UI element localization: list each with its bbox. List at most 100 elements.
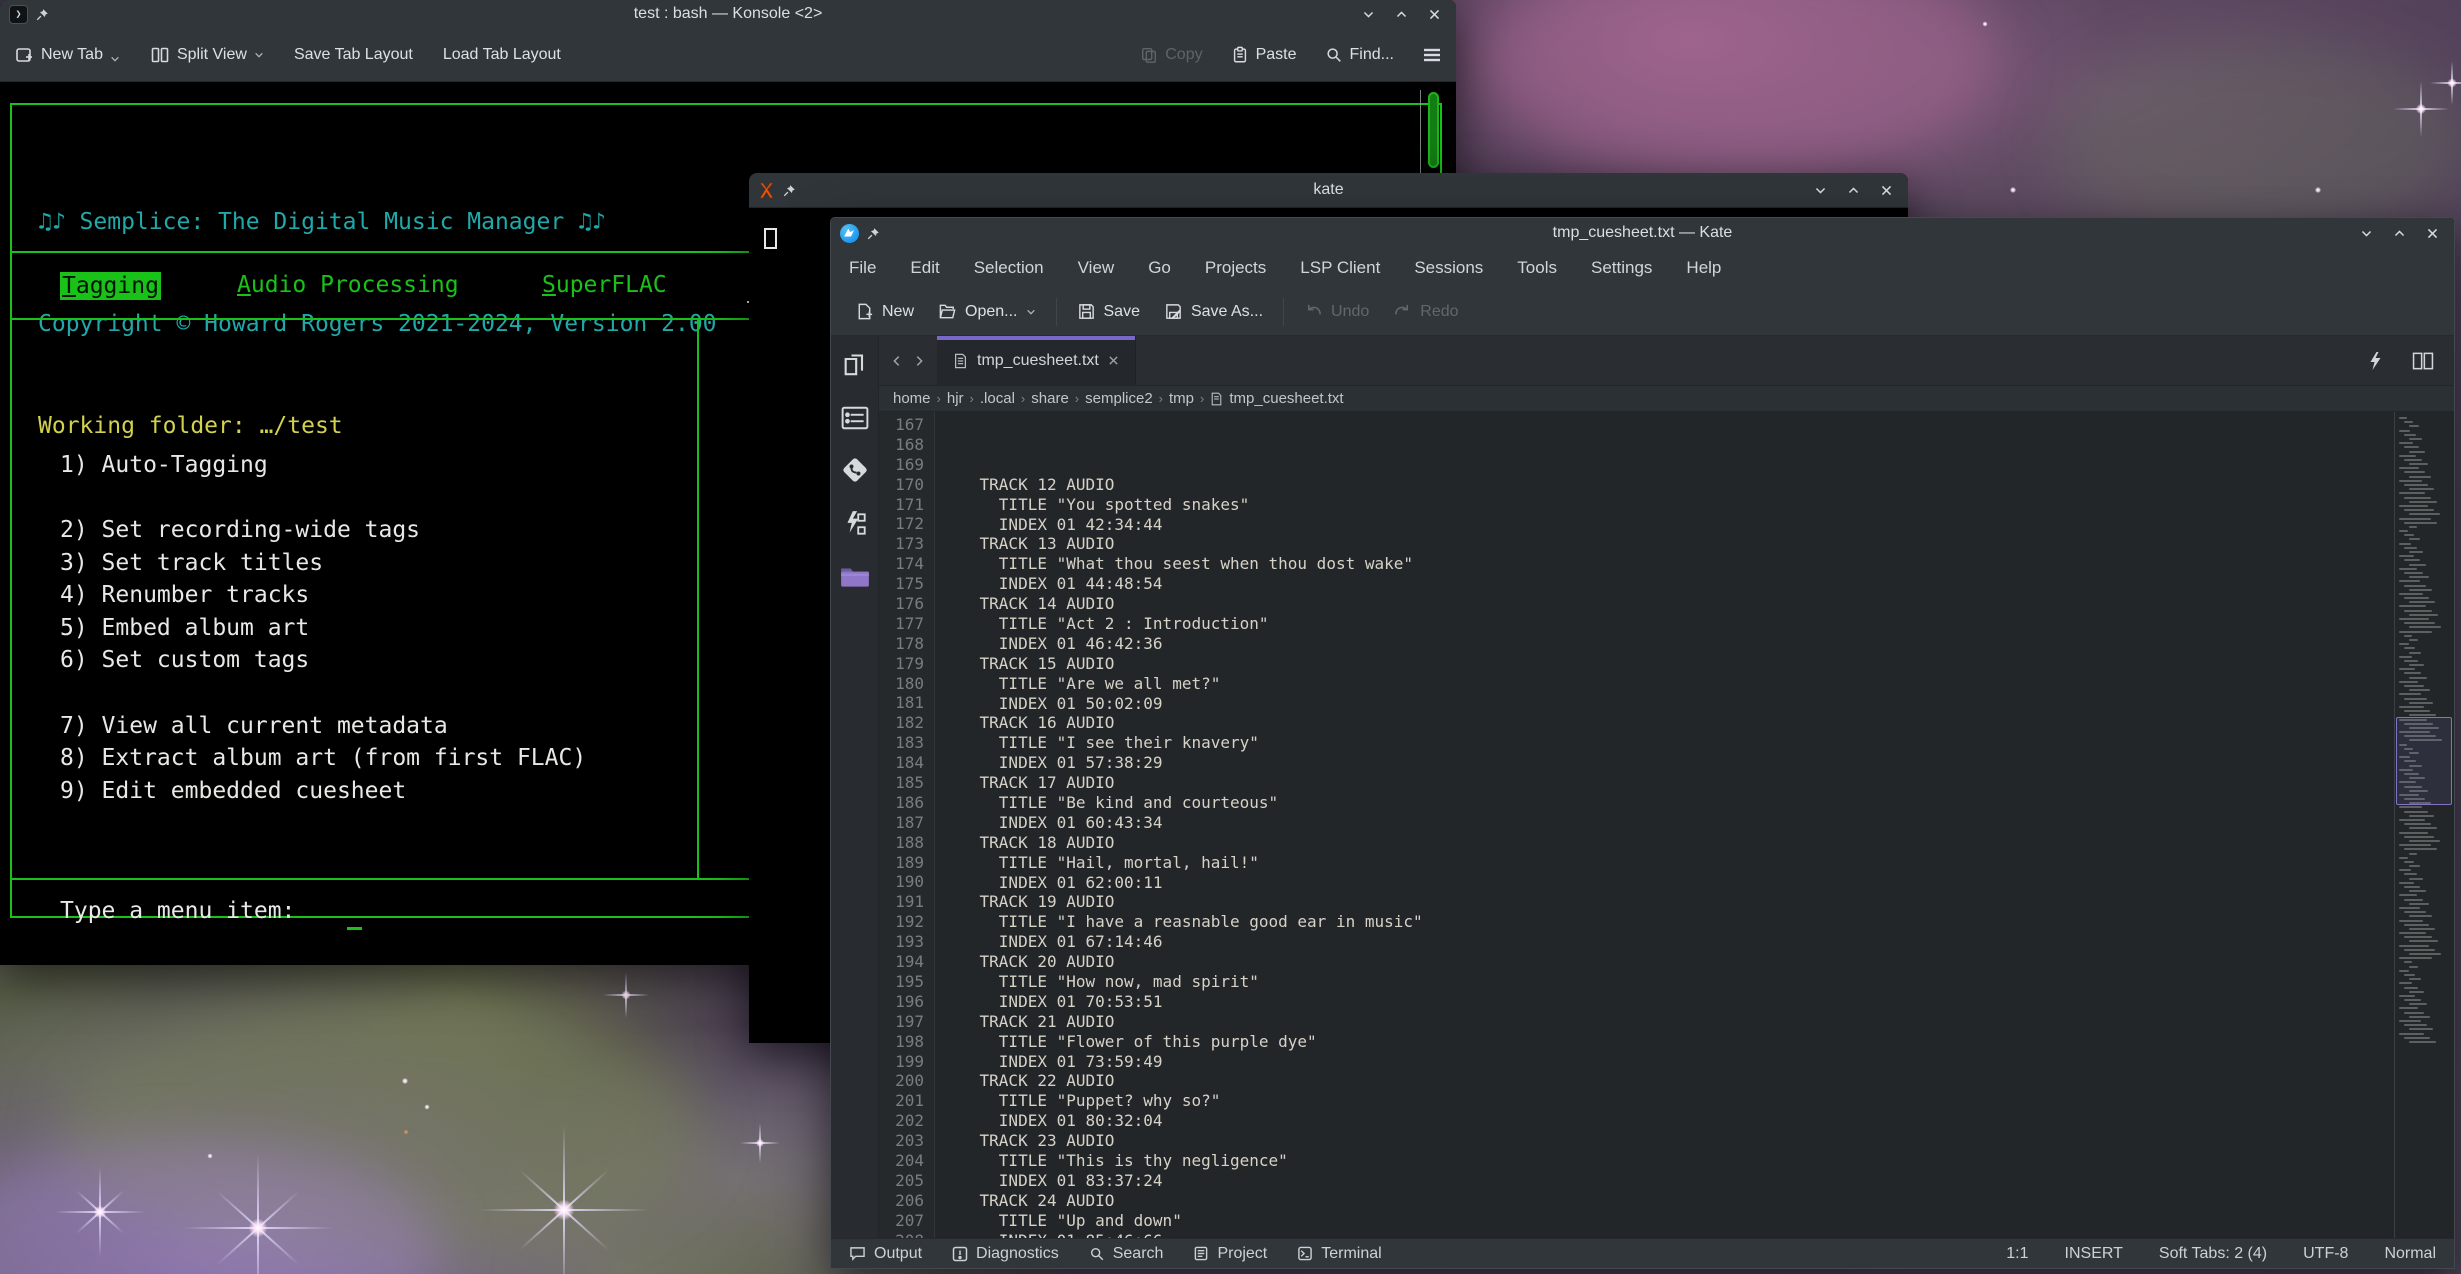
breadcrumb-item[interactable]: tmp [1165,390,1198,407]
close-button[interactable] [1426,6,1442,22]
kate-statusbar: Output Diagnostics Search Project Termin… [831,1238,2454,1268]
save-tab-layout-button[interactable]: Save Tab Layout [294,46,413,64]
file-list-icon[interactable] [841,406,869,430]
minimize-button[interactable] [2358,225,2374,241]
menu-item[interactable]: View [1078,258,1115,278]
breadcrumb-item[interactable]: .local [976,390,1019,407]
statusbar-value[interactable]: Normal [2384,1245,2436,1263]
breadcrumb-item[interactable]: semplice2 [1081,390,1157,407]
undo-button[interactable]: Undo [1292,302,1381,321]
split-view-icon[interactable] [2412,352,2434,370]
save-button[interactable]: Save [1065,302,1152,321]
save-as-button[interactable]: Save As... [1152,302,1275,321]
breadcrumb-item[interactable]: home [889,390,935,407]
chevron-down-icon [254,51,264,59]
statusbar-value[interactable]: Soft Tabs: 2 (4) [2159,1245,2267,1263]
tui-tab[interactable]: Audio Processing [237,272,459,298]
menu-item[interactable]: Settings [1591,258,1652,278]
tui-menu-item[interactable]: 8) Extract album art (from first FLAC) [60,742,586,775]
new-file-button[interactable]: New [843,302,926,321]
line-number: 190 [879,872,924,892]
menu-item[interactable]: Selection [974,258,1044,278]
editor-area[interactable]: 1671681691701711721731741751761771781791… [879,412,2454,1238]
xephyr-titlebar[interactable]: kate [749,173,1908,208]
tui-menu-item[interactable] [60,677,586,710]
new-tab-button[interactable]: New Tab [14,45,120,65]
breadcrumb-separator-icon: › [1157,391,1165,406]
line-number: 167 [879,415,924,435]
konsole-app-icon: ❯ [9,5,28,24]
tui-menu-item[interactable] [60,481,586,514]
menu-item[interactable]: LSP Client [1300,258,1380,278]
quick-open-lightning-icon[interactable] [2369,352,2382,370]
breadcrumb-item[interactable]: share [1027,390,1073,407]
forward-button[interactable] [911,353,927,369]
new-tab-icon [14,45,34,65]
close-button[interactable] [1878,182,1894,198]
terminal-scrollbar-thumb[interactable] [1428,92,1439,168]
line-number: 200 [879,1071,924,1091]
code-line: TITLE "Are we all met?" [941,674,2394,694]
menu-item[interactable]: File [849,258,876,278]
tui-menu-item[interactable]: 9) Edit embedded cuesheet [60,775,586,808]
filesystem-folder-icon[interactable] [839,564,871,590]
code-line: TRACK 13 AUDIO [941,534,2394,554]
minimap-viewport[interactable] [2396,717,2452,805]
breadcrumb-item[interactable]: hjr [943,390,968,407]
paste-button[interactable]: Paste [1231,46,1297,64]
project-panel-button[interactable]: Project [1193,1245,1267,1263]
redo-button[interactable]: Redo [1381,302,1470,321]
documents-icon[interactable] [841,352,869,380]
statusbar-value[interactable]: 1:1 [2006,1245,2028,1263]
load-tab-layout-button[interactable]: Load Tab Layout [443,46,561,64]
maximize-button[interactable] [1845,182,1861,198]
breadcrumb-current-file[interactable]: tmp_cuesheet.txt [1206,390,1347,407]
konsole-window-title: test : bash — Konsole <2> [0,5,1456,23]
line-number: 184 [879,753,924,773]
output-panel-button[interactable]: Output [849,1245,922,1263]
statusbar-value[interactable]: INSERT [2065,1245,2123,1263]
minimap-scrollbar[interactable] [2394,412,2454,1238]
tab-tmp-cuesheet[interactable]: tmp_cuesheet.txt [937,336,1136,385]
tui-menu-item[interactable]: 1) Auto-Tagging [60,449,586,482]
tui-menu-item[interactable]: 5) Embed album art [60,612,586,645]
tui-menu-item[interactable]: 4) Renumber tracks [60,579,586,612]
kate-titlebar[interactable]: tmp_cuesheet.txt — Kate [831,218,2454,248]
tui-tab[interactable]: Tagging [60,272,161,300]
menu-item[interactable]: Help [1686,258,1721,278]
maximize-button[interactable] [1393,6,1409,22]
copy-button[interactable]: Copy [1140,46,1202,64]
tui-tab[interactable]: SuperFLAC [542,272,667,298]
tui-menu-item[interactable]: 2) Set recording-wide tags [60,514,586,547]
line-number: 175 [879,574,924,594]
open-file-button[interactable]: Open... [926,302,1047,321]
konsole-titlebar[interactable]: ❯ test : bash — Konsole <2> [0,0,1456,28]
tui-menu-item[interactable]: 6) Set custom tags [60,644,586,677]
tab-close-icon[interactable] [1108,355,1119,366]
maximize-button[interactable] [2391,225,2407,241]
menu-item[interactable]: Edit [910,258,939,278]
menu-item[interactable]: Sessions [1414,258,1483,278]
search-panel-button[interactable]: Search [1089,1245,1164,1263]
lsp-symbols-icon[interactable] [842,510,868,538]
menu-item[interactable]: Tools [1517,258,1557,278]
statusbar-value[interactable]: UTF-8 [2303,1245,2348,1263]
line-number: 181 [879,693,924,713]
minimize-button[interactable] [1812,182,1828,198]
tui-menu-item[interactable]: 3) Set track titles [60,547,586,580]
close-button[interactable] [2424,225,2440,241]
menu-item[interactable]: Projects [1205,258,1266,278]
line-number: 177 [879,614,924,634]
terminal-panel-button[interactable]: Terminal [1297,1245,1381,1263]
git-icon[interactable] [841,456,869,484]
back-button[interactable] [889,353,905,369]
hamburger-menu-button[interactable] [1422,47,1442,63]
tui-menu-item[interactable]: 7) View all current metadata [60,710,586,743]
split-view-button[interactable]: Split View [150,45,264,65]
menu-item[interactable]: Go [1148,258,1171,278]
find-button[interactable]: Find... [1325,46,1394,64]
breadcrumb-separator-icon: › [1073,391,1081,406]
code-pane[interactable]: TRACK 12 AUDIO TITLE "You spotted snakes… [935,412,2394,1238]
minimize-button[interactable] [1360,6,1376,22]
diagnostics-panel-button[interactable]: Diagnostics [952,1245,1059,1263]
